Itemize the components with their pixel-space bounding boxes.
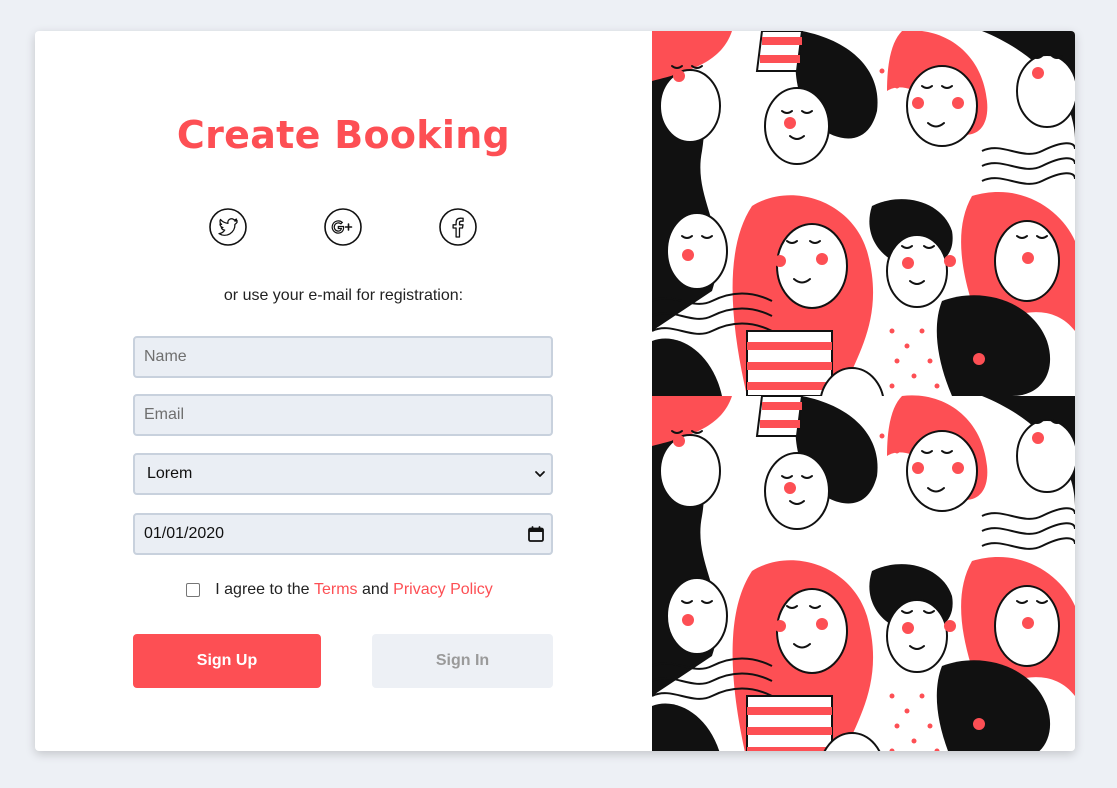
- agree-checkbox[interactable]: [186, 583, 201, 597]
- email-input[interactable]: [133, 394, 553, 436]
- sign-in-button[interactable]: Sign In: [372, 634, 553, 688]
- calendar-icon[interactable]: [527, 525, 545, 543]
- chevron-down-icon: [535, 471, 545, 477]
- registration-hint: or use your e-mail for registration:: [223, 287, 464, 304]
- facebook-icon: [439, 208, 477, 246]
- option-select-value: Lorem: [147, 465, 193, 482]
- google-plus-button[interactable]: [323, 207, 363, 247]
- terms-link[interactable]: Terms: [314, 581, 358, 599]
- privacy-policy-link[interactable]: Privacy Policy: [393, 581, 493, 599]
- people-illustration: [652, 31, 1075, 751]
- name-input[interactable]: [133, 336, 553, 378]
- date-input-value: 01/01/2020: [144, 525, 225, 542]
- booking-form-panel: Create Booking or use your e-mail for re…: [35, 31, 652, 751]
- twitter-icon: [209, 208, 247, 246]
- google-plus-icon: [324, 208, 362, 246]
- twitter-button[interactable]: [208, 207, 248, 247]
- page-title: Create Booking: [176, 113, 511, 157]
- people-pattern-image: [652, 31, 1075, 751]
- and-text: and: [362, 581, 389, 598]
- agree-text: I agree to the: [215, 581, 310, 598]
- option-select[interactable]: Lorem: [133, 453, 553, 495]
- facebook-button[interactable]: [438, 207, 478, 247]
- date-input[interactable]: 01/01/2020: [133, 513, 553, 555]
- sign-up-button[interactable]: Sign Up: [133, 634, 321, 688]
- terms-agreement: I agree to the Terms and Privacy Policy: [35, 581, 652, 599]
- booking-card: Create Booking or use your e-mail for re…: [35, 31, 1075, 751]
